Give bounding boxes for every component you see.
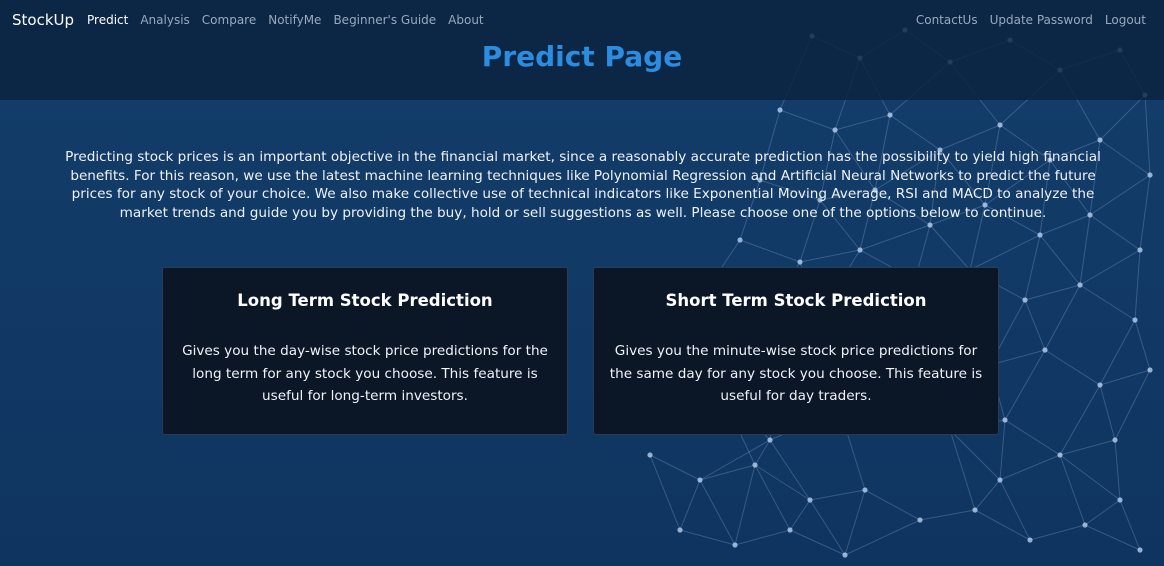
nav-link-notifyme[interactable]: NotifyMe bbox=[268, 13, 321, 27]
nav-right-links: ContactUs Update Password Logout bbox=[916, 13, 1146, 27]
nav-link-about[interactable]: About bbox=[448, 13, 483, 27]
nav-left-links: Predict Analysis Compare NotifyMe Beginn… bbox=[87, 13, 484, 27]
short-term-prediction-card[interactable]: Short Term Stock Prediction Gives you th… bbox=[593, 267, 999, 435]
nav-link-logout[interactable]: Logout bbox=[1105, 13, 1146, 27]
long-term-prediction-card[interactable]: Long Term Stock Prediction Gives you the… bbox=[162, 267, 568, 435]
nav-link-predict[interactable]: Predict bbox=[87, 13, 128, 27]
nav-link-contactus[interactable]: ContactUs bbox=[916, 13, 978, 27]
card-description: Gives you the day-wise stock price predi… bbox=[182, 343, 548, 404]
nav-link-beginners-guide[interactable]: Beginner's Guide bbox=[333, 13, 436, 27]
nav-link-analysis[interactable]: Analysis bbox=[140, 13, 189, 27]
brand-link[interactable]: StockUp bbox=[12, 11, 74, 29]
nav-link-compare[interactable]: Compare bbox=[202, 13, 256, 27]
card-title: Long Term Stock Prediction bbox=[237, 291, 493, 310]
card-title: Short Term Stock Prediction bbox=[665, 291, 927, 310]
page-background: StockUp Predict Analysis Compare NotifyM… bbox=[0, 0, 1164, 566]
navbar: StockUp Predict Analysis Compare NotifyM… bbox=[0, 0, 1164, 40]
intro-paragraph: Predicting stock prices is an important … bbox=[65, 149, 1101, 221]
page-title: Predict Page bbox=[481, 40, 683, 73]
nav-link-update-password[interactable]: Update Password bbox=[990, 13, 1093, 27]
card-description: Gives you the minute-wise stock price pr… bbox=[609, 343, 983, 404]
